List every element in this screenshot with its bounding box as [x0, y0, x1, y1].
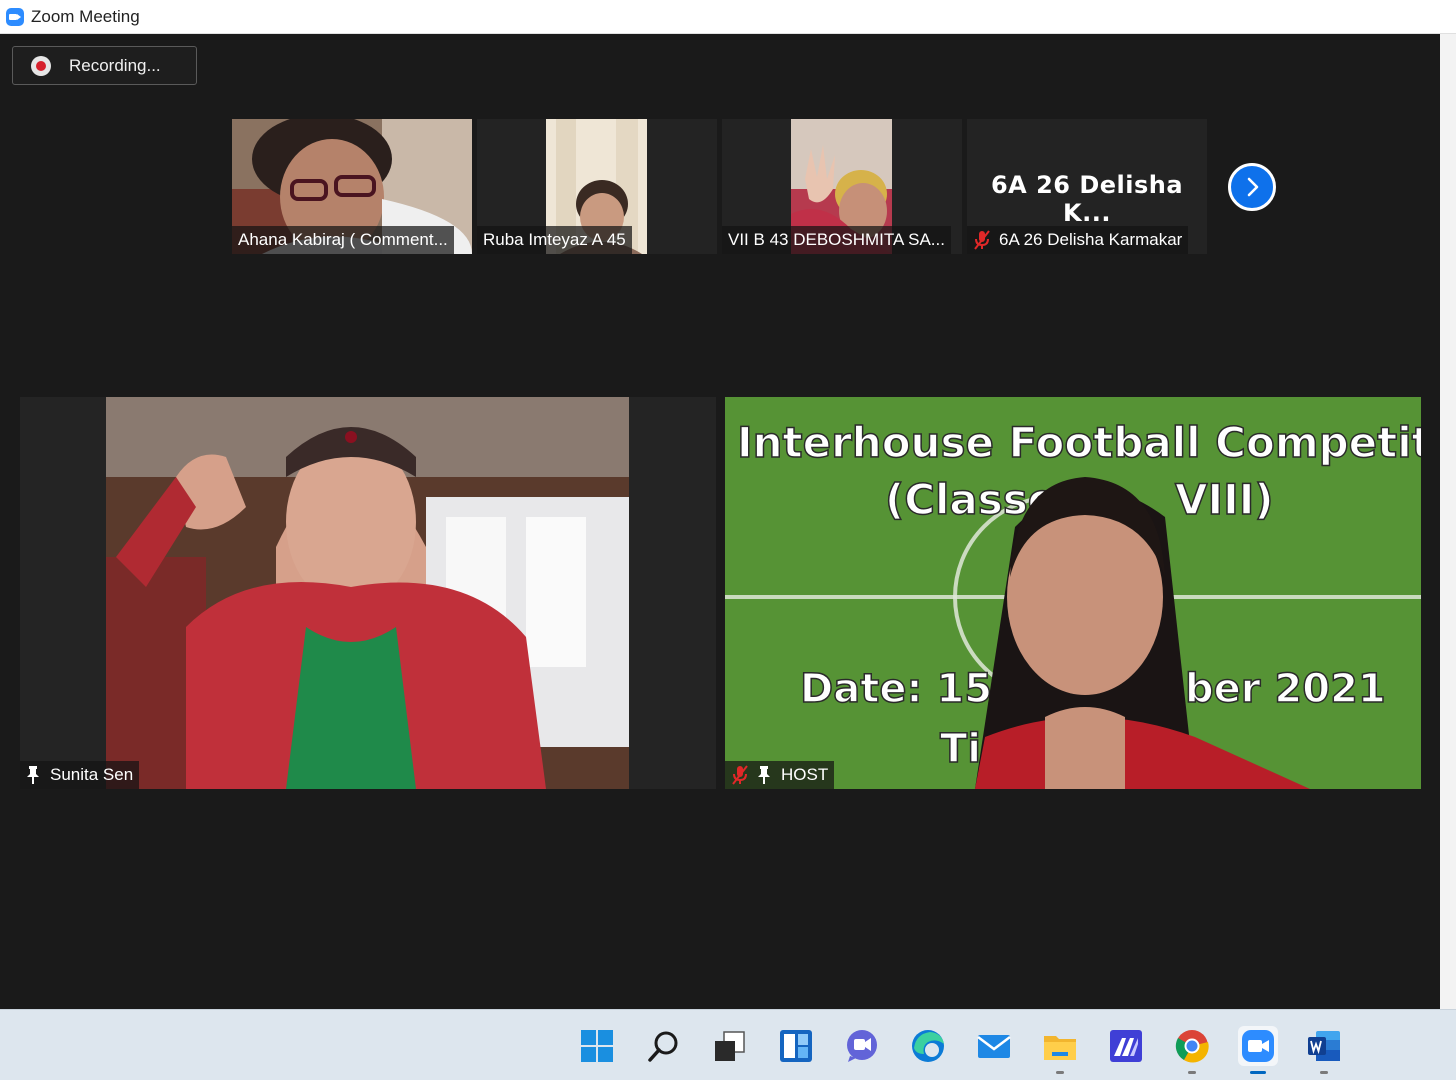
- start-icon: [581, 1030, 613, 1062]
- running-indicator: [1320, 1071, 1328, 1074]
- task-view-button[interactable]: [710, 1026, 750, 1066]
- participant-name-tag: 6A 26 Delisha Karmakar: [967, 226, 1189, 254]
- main-video-tile[interactable]: Sunita Sen: [20, 397, 716, 789]
- zoom-button[interactable]: [1238, 1026, 1278, 1074]
- ms-app-button[interactable]: [1106, 1026, 1146, 1066]
- zoom-icon: [1242, 1030, 1274, 1062]
- mail-button[interactable]: [974, 1026, 1014, 1066]
- participant-tile[interactable]: Ahana Kabiraj ( Comment...: [232, 119, 472, 254]
- recording-indicator[interactable]: Recording...: [12, 46, 197, 85]
- pin-icon: [26, 765, 40, 785]
- poster-date: Date: 15t: [800, 666, 1011, 712]
- participant-name: Sunita Sen: [50, 765, 134, 784]
- participant-video: [106, 397, 629, 789]
- participant-name-tag: VII B 43 DEBOSHMITA SA...: [722, 226, 951, 254]
- participant-name-tag: Ruba Imteyaz A 45: [477, 226, 632, 254]
- participant-name-tag: Ahana Kabiraj ( Comment...: [232, 226, 454, 254]
- edge-button[interactable]: [908, 1026, 948, 1066]
- chrome-icon: [1175, 1030, 1209, 1063]
- poster-date-end: ber 2021: [1185, 666, 1386, 712]
- recording-label: Recording...: [69, 55, 161, 75]
- mail-icon: [977, 1035, 1011, 1058]
- participant-tile[interactable]: Ruba Imteyaz A 45: [477, 119, 717, 254]
- window-title: Zoom Meeting: [31, 6, 140, 26]
- mic-muted-icon: [973, 230, 991, 250]
- word-button[interactable]: [1304, 1026, 1344, 1074]
- widgets-button[interactable]: [776, 1026, 816, 1066]
- ms-app-icon: [1110, 1030, 1142, 1062]
- participant-tile[interactable]: VII B 43 DEBOSHMITA SA...: [722, 119, 962, 254]
- running-indicator: [1250, 1071, 1266, 1074]
- meeting-area: Recording... Ahana Kabiraj ( Comment...: [0, 34, 1440, 1009]
- window-edge: [1440, 34, 1456, 1009]
- main-video-tile[interactable]: Interhouse Football Competition. (Classe…: [725, 397, 1421, 789]
- poster-time: Ti: [940, 726, 981, 772]
- chat-button[interactable]: [842, 1026, 882, 1066]
- task-view-icon: [715, 1031, 745, 1061]
- participant-name-tag: Sunita Sen: [20, 761, 140, 789]
- mic-muted-icon: [731, 765, 749, 785]
- participant-name-tag: HOST: [725, 761, 835, 789]
- participant-video: Interhouse Football Competition. (Classe…: [725, 397, 1421, 789]
- search-button[interactable]: [644, 1026, 684, 1066]
- running-indicator: [1188, 1071, 1196, 1074]
- participant-name: 6A 26 Delisha Karmakar: [999, 230, 1183, 249]
- word-icon: [1308, 1031, 1340, 1061]
- file-explorer-icon: [1044, 1036, 1076, 1060]
- start-button[interactable]: [577, 1026, 617, 1066]
- poster-title: Interhouse Football Competition.: [737, 418, 1421, 467]
- running-indicator: [1056, 1071, 1064, 1074]
- record-icon: [31, 55, 51, 76]
- next-page-button[interactable]: [1228, 163, 1276, 211]
- participant-tile[interactable]: 6A 26 Delisha K... 6A 26 Delisha Karmaka…: [967, 119, 1207, 254]
- chat-icon: [847, 1030, 877, 1062]
- chrome-button[interactable]: [1172, 1026, 1212, 1074]
- edge-icon: [912, 1030, 944, 1062]
- pin-icon: [757, 765, 771, 785]
- search-icon: [648, 1031, 678, 1062]
- widgets-icon: [780, 1030, 812, 1062]
- windows-taskbar: [0, 1009, 1456, 1080]
- participant-display-name: 6A 26 Delisha K...: [990, 171, 1184, 227]
- zoom-app-icon: [6, 7, 24, 26]
- participant-name: Ruba Imteyaz A 45: [483, 230, 626, 249]
- participant-name: Ahana Kabiraj ( Comment...: [238, 230, 448, 249]
- window-titlebar: Zoom Meeting: [0, 0, 1456, 34]
- participant-name: HOST: [781, 765, 829, 784]
- file-explorer-button[interactable]: [1040, 1026, 1080, 1074]
- participant-name: VII B 43 DEBOSHMITA SA...: [728, 230, 945, 249]
- poster-classes-end: VIII): [1175, 475, 1274, 524]
- chevron-right-icon: [1247, 177, 1259, 197]
